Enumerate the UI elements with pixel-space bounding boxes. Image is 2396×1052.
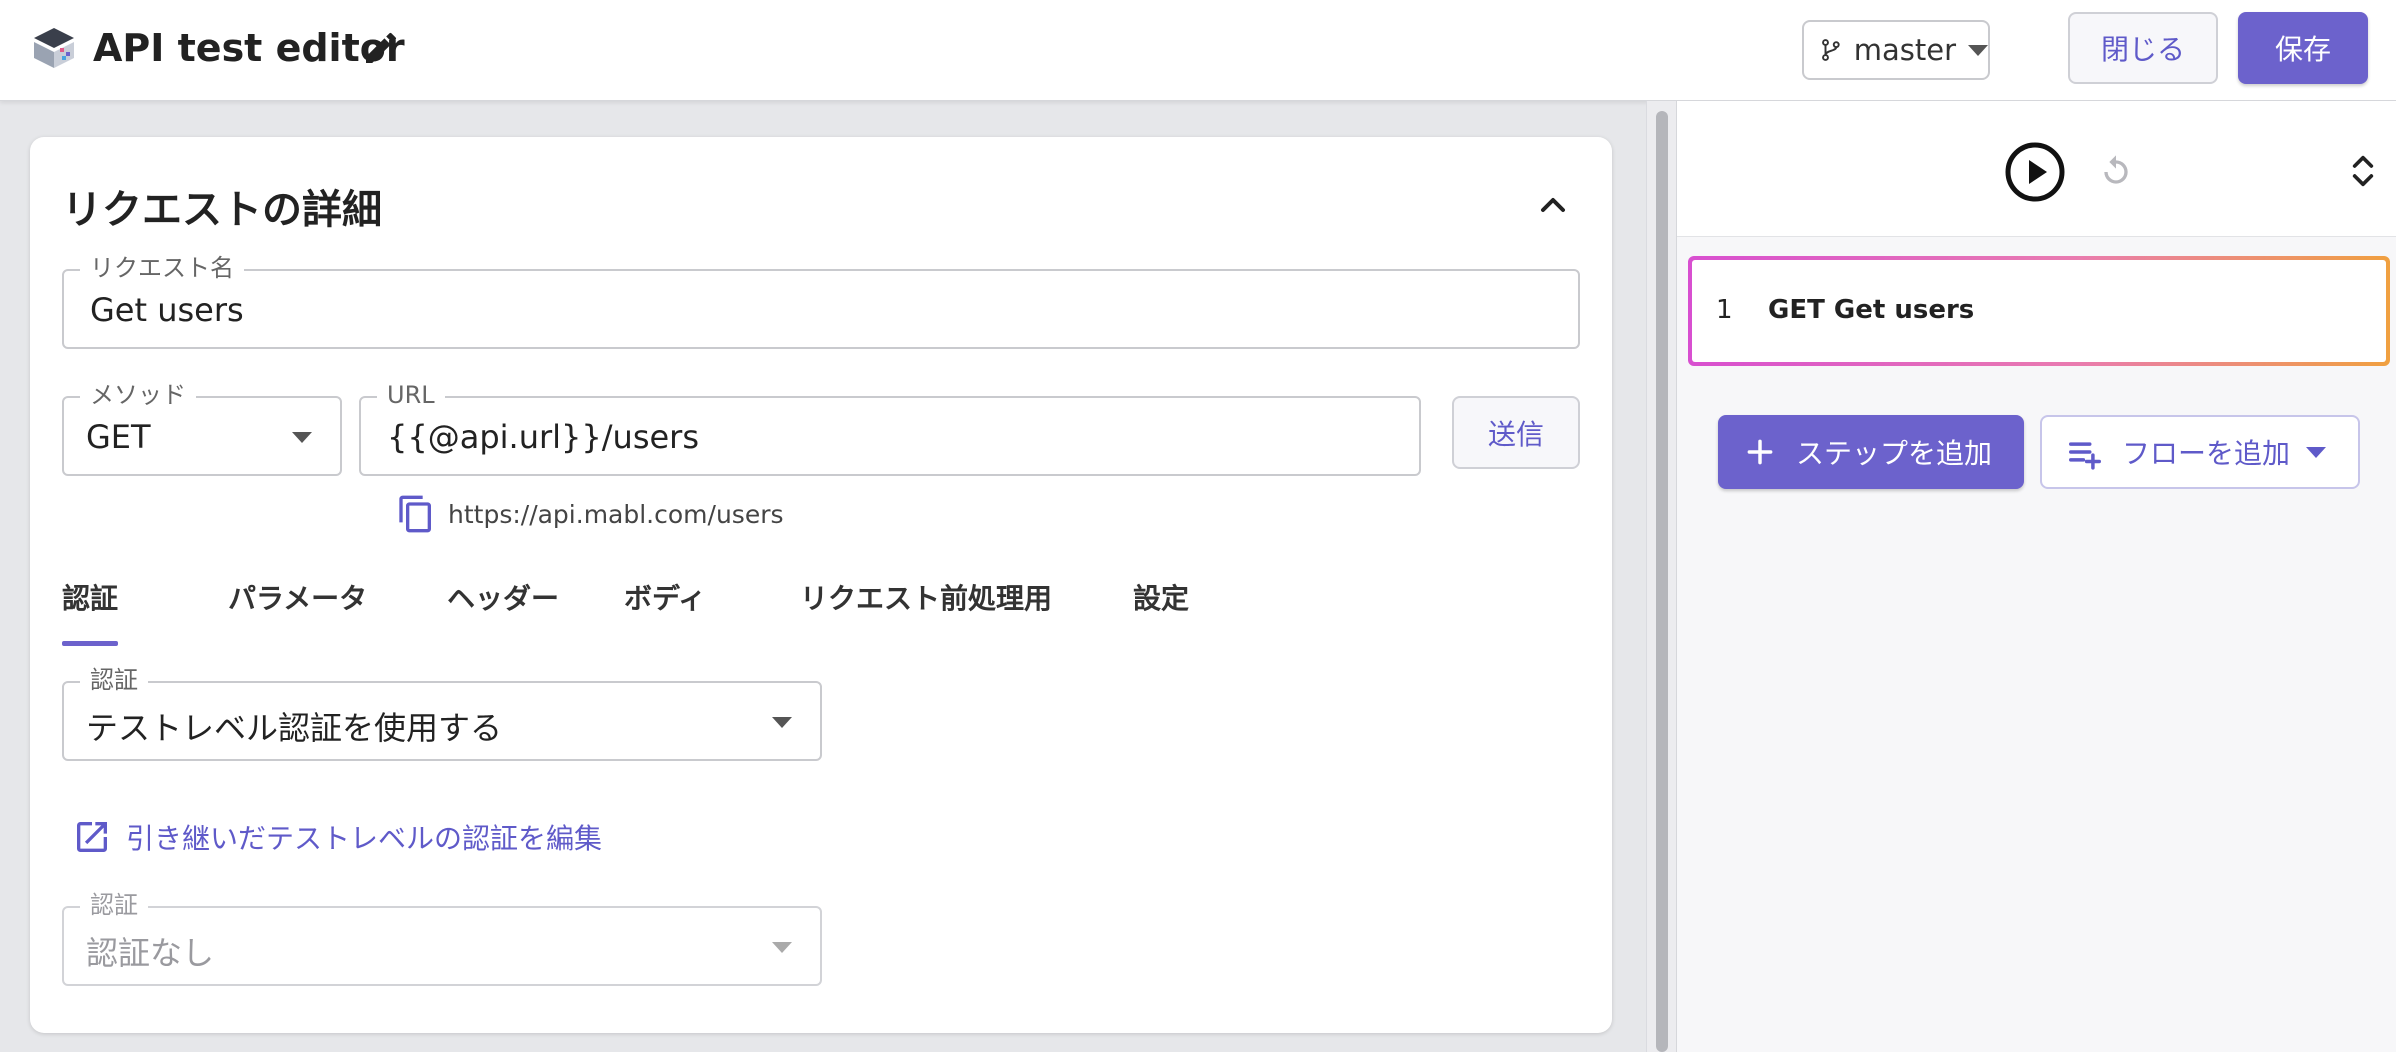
copy-icon[interactable]: [396, 494, 436, 534]
app-header: API test editor master 閉じる 保存: [0, 0, 2396, 101]
step-label: GET Get users: [1768, 295, 1975, 325]
save-button[interactable]: 保存: [2238, 12, 2368, 84]
auth-value: テストレベル認証を使用する: [86, 709, 503, 747]
chevron-up-icon[interactable]: [1533, 185, 1573, 225]
chevron-down-icon: [772, 717, 792, 728]
pencil-icon[interactable]: [361, 28, 401, 68]
tab-body[interactable]: ボディ: [624, 577, 706, 617]
scrollbar[interactable]: [1646, 101, 1676, 1052]
url-value: {{@api.url}}/users: [387, 418, 699, 456]
active-tab-indicator: [62, 641, 118, 646]
chevron-down-icon: [772, 942, 792, 953]
playlist-add-icon: [2069, 442, 2101, 470]
method-select[interactable]: メソッド GET: [62, 380, 342, 476]
method-label: メソッド: [80, 380, 196, 410]
tab-settings[interactable]: 設定: [1133, 577, 1189, 617]
step-item-body: 1 GET Get users: [1692, 260, 2386, 362]
request-name-label: リクエスト名: [80, 253, 244, 283]
branch-selector[interactable]: master: [1802, 20, 1990, 80]
send-button[interactable]: 送信: [1452, 396, 1580, 469]
request-details-card: リクエストの詳細 リクエスト名 Get users メソッド GET URL {…: [30, 137, 1612, 1033]
chevron-down-icon: [292, 432, 312, 443]
auth-label: 認証: [80, 665, 148, 695]
tab-headers[interactable]: ヘッダー: [447, 577, 559, 617]
unfold-icon[interactable]: [2343, 151, 2383, 191]
add-step-label: ステップを追加: [1796, 437, 1993, 470]
method-value: GET: [86, 418, 151, 456]
close-button[interactable]: 閉じる: [2068, 12, 2218, 84]
add-flow-button[interactable]: フローを追加: [2040, 415, 2360, 489]
steps-panel: 1 GET Get users ステップを追加 フローを追加: [1676, 101, 2396, 1052]
auth-select[interactable]: 認証 テストレベル認証を使用する: [62, 665, 822, 761]
mabl-logo-icon: [34, 28, 74, 68]
inherited-auth-value: 認証なし: [86, 934, 215, 972]
url-label: URL: [377, 380, 445, 410]
tab-pre-request[interactable]: リクエスト前処理用: [800, 577, 1052, 617]
resolved-url: https://api.mabl.com/users: [396, 494, 784, 534]
edit-inherited-auth-link[interactable]: 引き継いだテストレベルの認証を編集: [72, 817, 602, 857]
edit-link-label: 引き継いだテストレベルの認証を編集: [126, 822, 603, 855]
app-title: API test editor: [93, 26, 405, 70]
run-toolbar: [1677, 101, 2396, 237]
url-field[interactable]: URL {{@api.url}}/users: [359, 380, 1421, 476]
inherited-auth-label: 認証: [80, 890, 148, 920]
tab-parameters[interactable]: パラメータ: [228, 577, 367, 617]
request-name-field[interactable]: リクエスト名 Get users: [62, 253, 1580, 349]
play-circle-icon[interactable]: [2004, 141, 2066, 203]
git-branch-icon: [1822, 39, 1840, 61]
add-flow-label: フローを追加: [2122, 437, 2291, 470]
section-title: リクエストの詳細: [62, 187, 382, 233]
resolved-url-text: https://api.mabl.com/users: [448, 499, 784, 529]
request-name-value: Get users: [90, 291, 244, 329]
step-number: 1: [1716, 295, 1733, 325]
branch-name: master: [1853, 33, 1956, 67]
scrollbar-thumb[interactable]: [1656, 111, 1668, 1052]
restart-icon[interactable]: [2096, 152, 2136, 192]
open-in-new-icon: [77, 822, 107, 852]
plus-icon: [1747, 439, 1773, 465]
inherited-auth-select: 認証 認証なし: [62, 890, 822, 986]
chevron-down-icon: [1968, 44, 1988, 56]
tab-auth[interactable]: 認証: [62, 577, 118, 617]
add-step-button[interactable]: ステップを追加: [1718, 415, 2024, 489]
chevron-down-icon: [2306, 446, 2327, 458]
step-item[interactable]: 1 GET Get users: [1688, 256, 2390, 366]
